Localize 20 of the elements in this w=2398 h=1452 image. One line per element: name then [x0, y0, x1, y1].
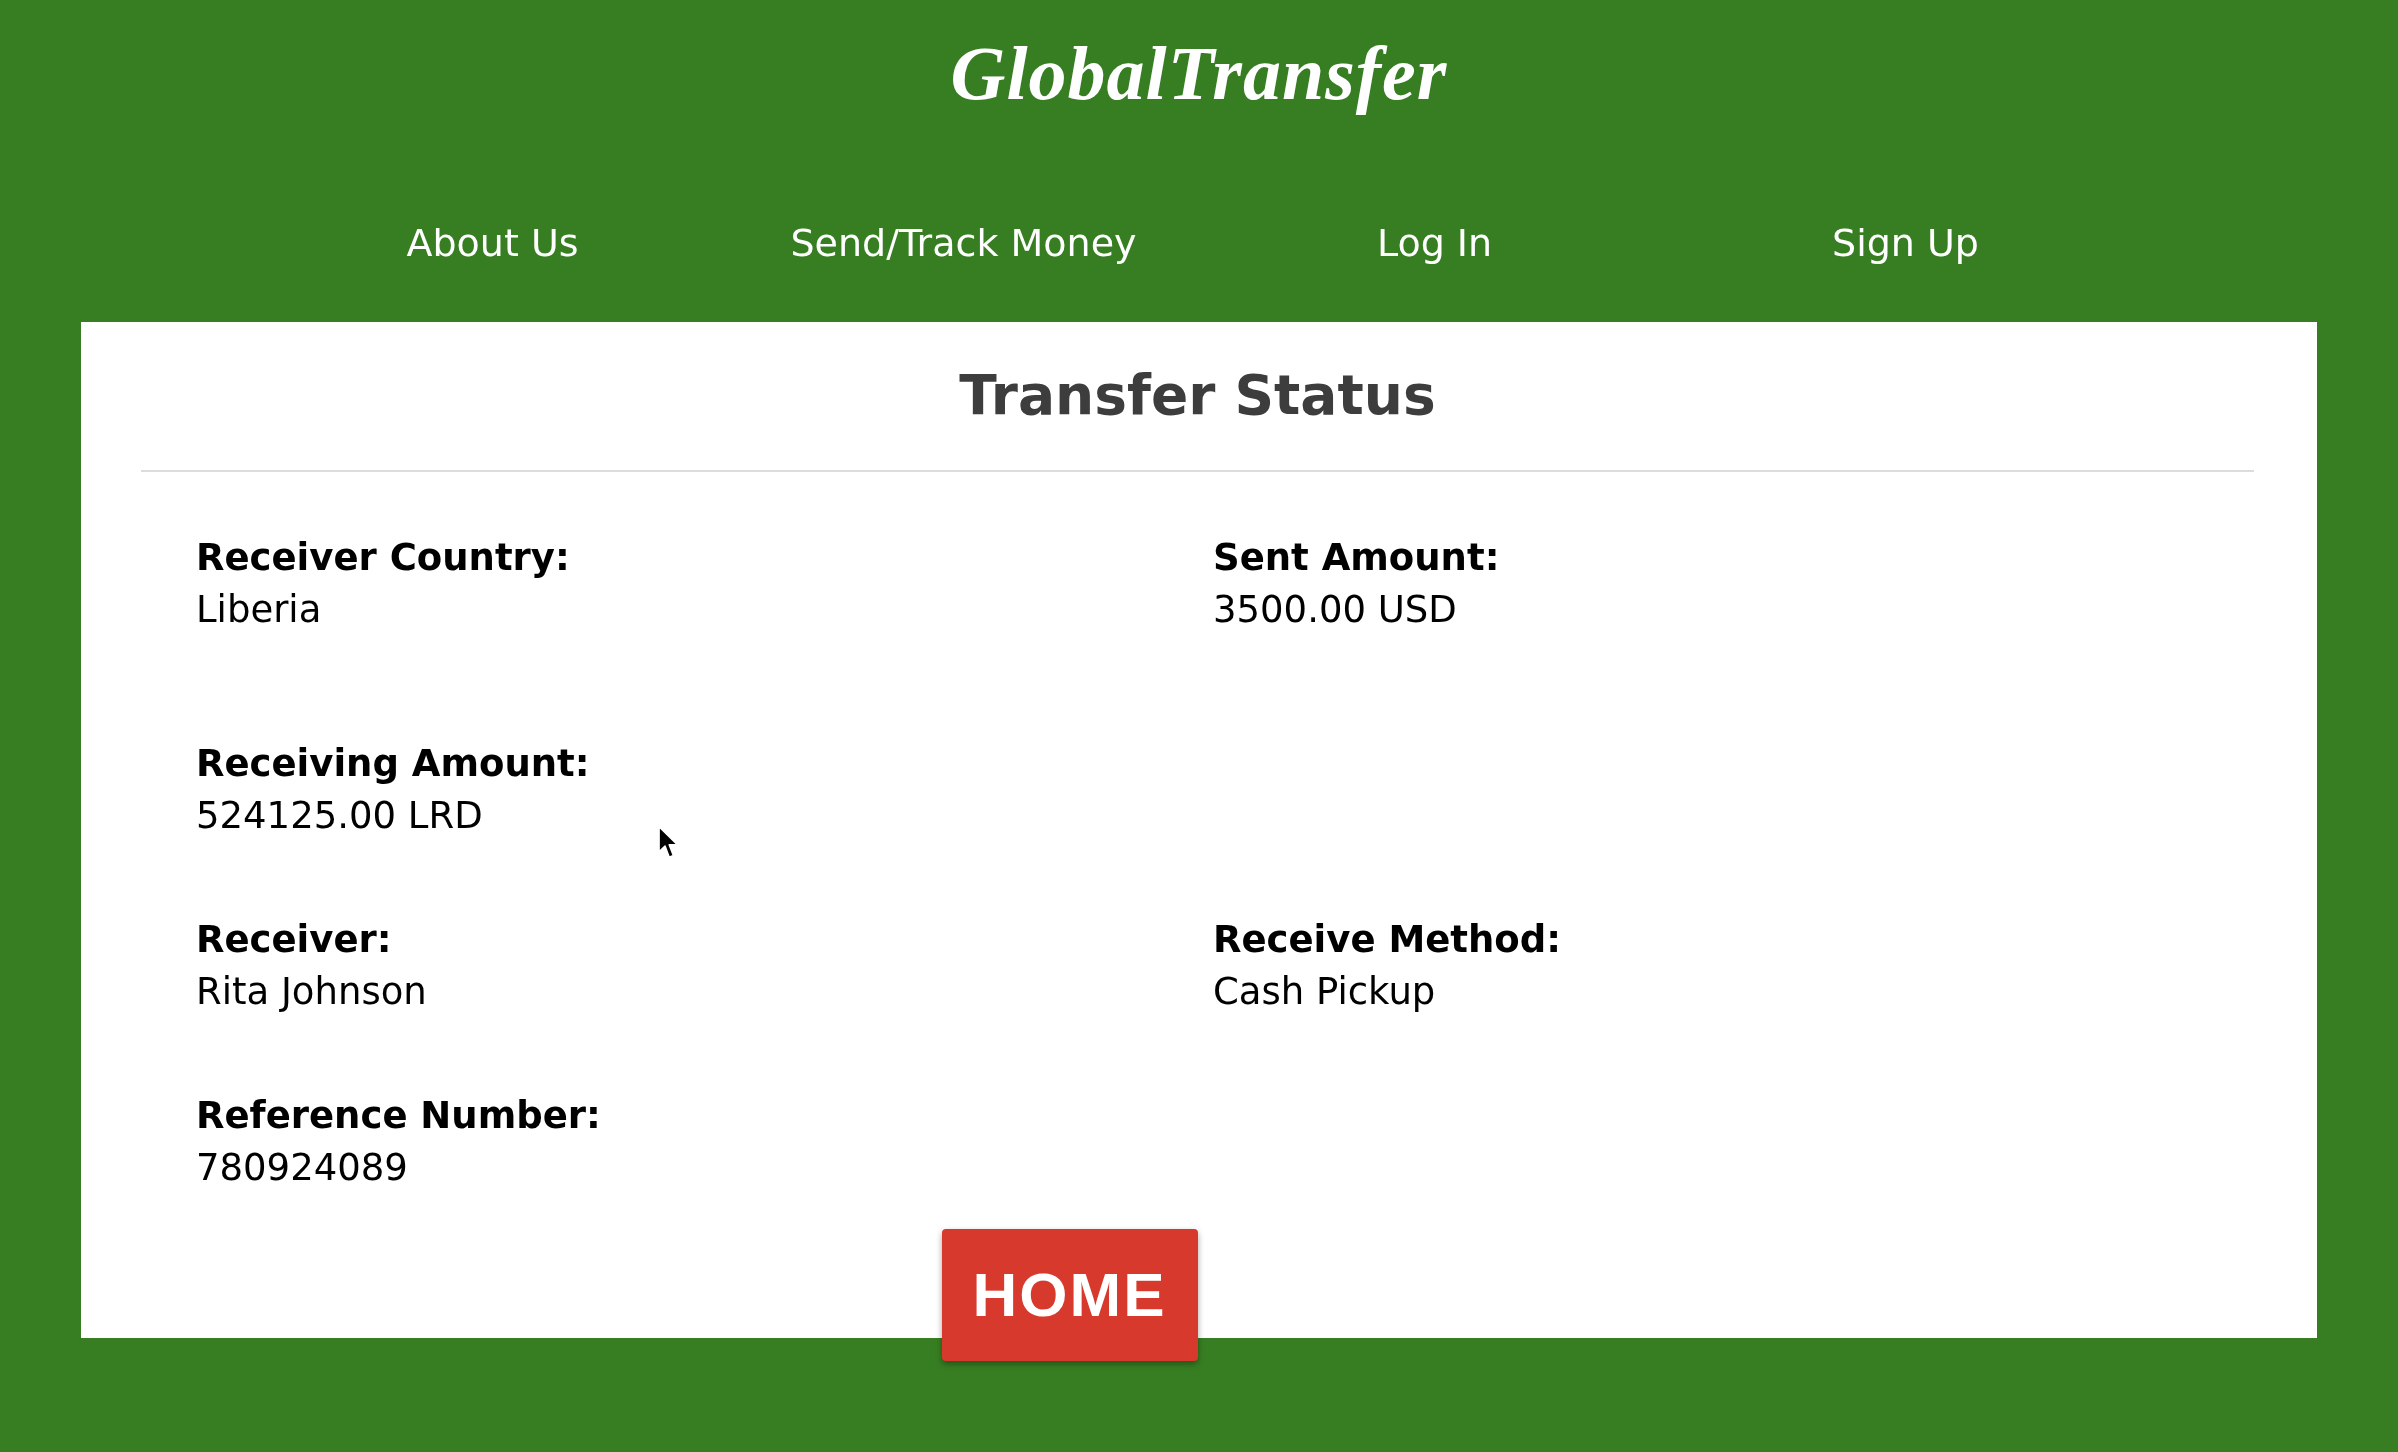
home-button[interactable]: HOME: [941, 1229, 1198, 1362]
field-value: 3500.00 USD: [1213, 587, 1457, 634]
field-value: Liberia: [196, 587, 322, 634]
nav-link[interactable]: Log In: [1376, 221, 1493, 266]
field-label: Sent Amount:: [1213, 535, 1500, 582]
field-value: 524125.00 LRD: [196, 793, 483, 840]
site-logo: GlobalTransfer: [950, 31, 1448, 115]
mouse-pointer-icon: [658, 826, 679, 859]
nav-link[interactable]: About Us: [406, 221, 579, 266]
field-label: Receive Method:: [1213, 917, 1562, 964]
nav-link[interactable]: Sign Up: [1832, 221, 1979, 266]
field-label: Receiver:: [196, 917, 392, 964]
field-label: Receiver Country:: [196, 535, 570, 582]
field-label: Reference Number:: [196, 1093, 601, 1140]
page-title: Transfer Status: [958, 362, 1437, 429]
nav-link[interactable]: Send/Track Money: [790, 221, 1137, 266]
field-value: Rita Johnson: [196, 969, 427, 1016]
field-value: 780924089: [196, 1145, 408, 1192]
field-value: Cash Pickup: [1213, 969, 1436, 1016]
field-label: Receiving Amount:: [196, 741, 590, 788]
